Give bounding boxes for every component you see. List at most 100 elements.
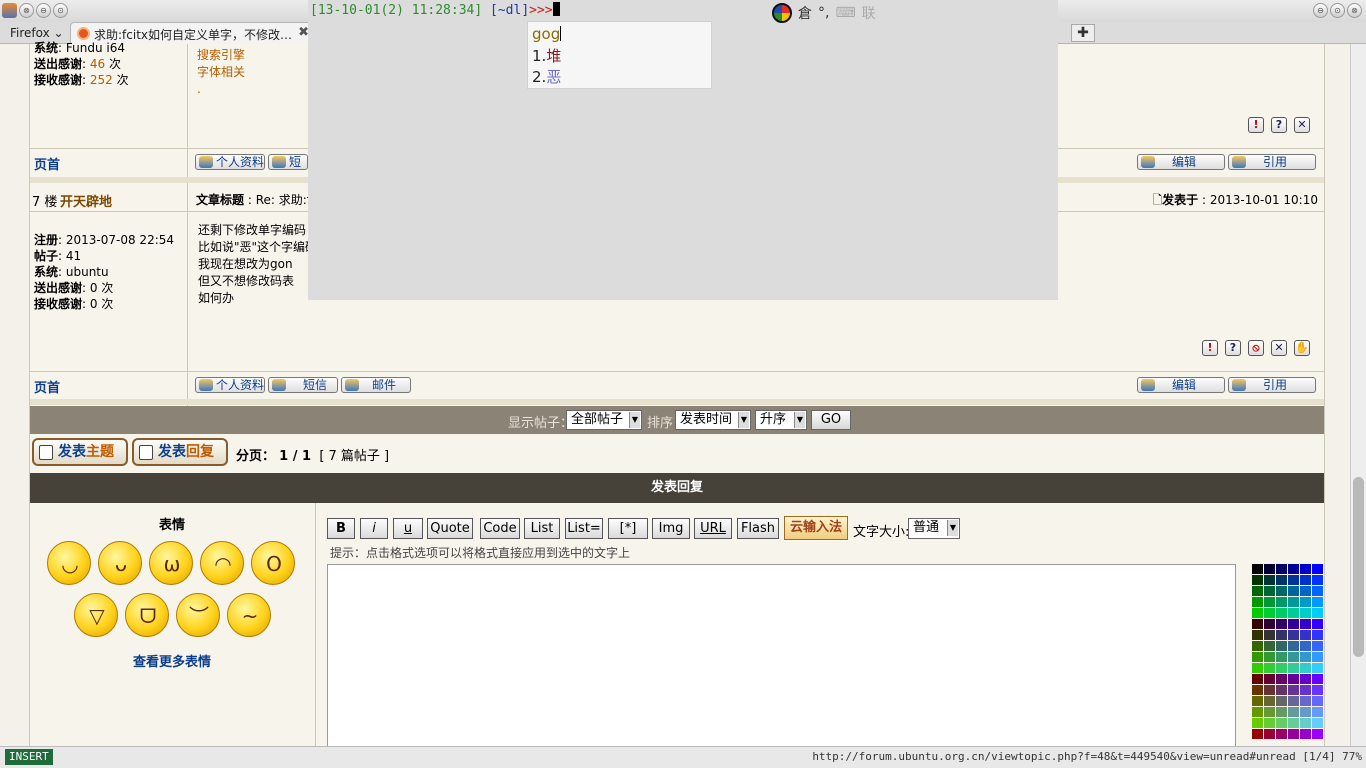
color-swatch[interactable] [1264, 674, 1275, 684]
color-swatch[interactable] [1276, 718, 1287, 728]
color-swatch[interactable] [1312, 630, 1323, 640]
color-swatch[interactable] [1300, 564, 1311, 574]
color-swatch[interactable] [1288, 564, 1299, 574]
color-swatch[interactable] [1288, 575, 1299, 585]
color-swatch[interactable] [1300, 597, 1311, 607]
color-swatch[interactable] [1252, 608, 1263, 618]
color-swatch[interactable] [1264, 685, 1275, 695]
color-swatch[interactable] [1312, 729, 1323, 739]
color-swatch[interactable] [1288, 619, 1299, 629]
color-swatch[interactable] [1252, 696, 1263, 706]
color-swatch[interactable] [1300, 663, 1311, 673]
post6-pm-button[interactable]: 短 [268, 154, 308, 170]
message-textarea[interactable] [327, 564, 1236, 754]
smiley-icon[interactable]: ◠ [200, 541, 244, 585]
flash-button[interactable]: Flash [737, 518, 779, 539]
candidate-item[interactable]: 2.恶 [532, 66, 561, 87]
command-line[interactable]: [13-10-01(2) 11:28:34] [~dl]>>> [310, 2, 560, 18]
report-icon[interactable]: ! [1202, 340, 1218, 356]
smiley-icon[interactable]: ▽ [74, 593, 118, 637]
color-swatch[interactable] [1300, 641, 1311, 651]
smiley-icon[interactable]: ω [149, 541, 193, 585]
post6-edit-button[interactable]: 编辑 [1137, 154, 1225, 170]
new-tab-button[interactable]: ✚ [1071, 24, 1095, 42]
smiley-icon[interactable]: ◡ [47, 541, 91, 585]
color-swatch[interactable] [1312, 641, 1323, 651]
color-swatch[interactable] [1264, 729, 1275, 739]
font-size-select[interactable]: 普通 ▼ [908, 518, 960, 539]
keyboard-icon[interactable]: ⌨ [835, 5, 855, 21]
color-swatch[interactable] [1300, 575, 1311, 585]
color-swatch[interactable] [1312, 597, 1323, 607]
color-swatch[interactable] [1264, 564, 1275, 574]
color-swatch[interactable] [1276, 696, 1287, 706]
color-swatch[interactable] [1252, 619, 1263, 629]
ordered-list-button[interactable]: List= [565, 518, 603, 539]
color-swatch[interactable] [1264, 586, 1275, 596]
color-swatch[interactable] [1288, 707, 1299, 717]
smiley-icon[interactable]: ~ [227, 593, 271, 637]
color-swatch[interactable] [1312, 575, 1323, 585]
color-swatch[interactable] [1312, 663, 1323, 673]
ime-name[interactable]: 倉 [798, 3, 812, 23]
color-swatch[interactable] [1288, 696, 1299, 706]
smiley-icon[interactable]: ᗜ [125, 593, 169, 637]
color-swatch[interactable] [1276, 729, 1287, 739]
info-icon[interactable]: ? [1225, 340, 1241, 356]
color-swatch[interactable] [1312, 564, 1323, 574]
italic-button[interactable]: i [360, 518, 388, 539]
color-swatch[interactable] [1312, 707, 1323, 717]
color-swatch[interactable] [1264, 575, 1275, 585]
color-swatch[interactable] [1276, 597, 1287, 607]
thanks-icon[interactable]: ✋ [1294, 340, 1310, 356]
window-minimize-button[interactable]: ⊖ [36, 3, 51, 18]
color-swatch[interactable] [1288, 674, 1299, 684]
color-swatch[interactable] [1276, 641, 1287, 651]
color-swatch[interactable] [1300, 718, 1311, 728]
color-swatch[interactable] [1252, 630, 1263, 640]
color-swatch[interactable] [1312, 685, 1323, 695]
post6-quote-button[interactable]: 引用 [1228, 154, 1316, 170]
color-swatch[interactable] [1264, 718, 1275, 728]
color-swatch[interactable] [1276, 663, 1287, 673]
color-swatch[interactable] [1300, 707, 1311, 717]
post7-email-button[interactable]: 邮件 [341, 377, 411, 393]
color-swatch[interactable] [1312, 608, 1323, 618]
color-swatch[interactable] [1288, 718, 1299, 728]
color-swatch[interactable] [1276, 608, 1287, 618]
color-swatch[interactable] [1252, 718, 1263, 728]
color-swatch[interactable] [1276, 674, 1287, 684]
color-swatch[interactable] [1312, 696, 1323, 706]
color-swatch[interactable] [1300, 608, 1311, 618]
color-swatch[interactable] [1276, 586, 1287, 596]
post7-quote-button[interactable]: 引用 [1228, 377, 1316, 393]
color-swatch[interactable] [1252, 641, 1263, 651]
color-swatch[interactable] [1312, 619, 1323, 629]
scrollbar-thumb[interactable] [1353, 477, 1364, 657]
color-swatch[interactable] [1288, 641, 1299, 651]
color-swatch[interactable] [1288, 630, 1299, 640]
color-swatch[interactable] [1264, 696, 1275, 706]
fcitx-logo-icon[interactable] [772, 3, 792, 23]
color-swatch[interactable] [1252, 564, 1263, 574]
smiley-icon[interactable]: ᴗ [98, 541, 142, 585]
color-swatch[interactable] [1288, 663, 1299, 673]
post7-top-link[interactable]: 页首 [34, 377, 60, 396]
show-posts-select[interactable]: 全部帖子 ▼ [566, 410, 642, 430]
post6-profile-button[interactable]: 个人资料 [195, 154, 265, 170]
sort-by-select[interactable]: 发表时间 ▼ [675, 410, 751, 430]
delete-icon[interactable]: ✕ [1271, 340, 1287, 356]
color-swatch[interactable] [1288, 729, 1299, 739]
info-icon[interactable]: ? [1271, 117, 1287, 133]
color-swatch[interactable] [1300, 619, 1311, 629]
post6-top-link[interactable]: 页首 [34, 154, 60, 173]
color-swatch[interactable] [1312, 718, 1323, 728]
go-button[interactable]: GO [811, 410, 851, 430]
color-swatch[interactable] [1264, 652, 1275, 662]
smiley-icon[interactable]: ︶ [176, 593, 220, 637]
color-swatch[interactable] [1276, 575, 1287, 585]
color-swatch[interactable] [1252, 707, 1263, 717]
ime-mode[interactable]: 联 [862, 3, 876, 23]
post6-link-fonts[interactable]: 字体相关 [197, 64, 245, 81]
color-swatch[interactable] [1264, 663, 1275, 673]
